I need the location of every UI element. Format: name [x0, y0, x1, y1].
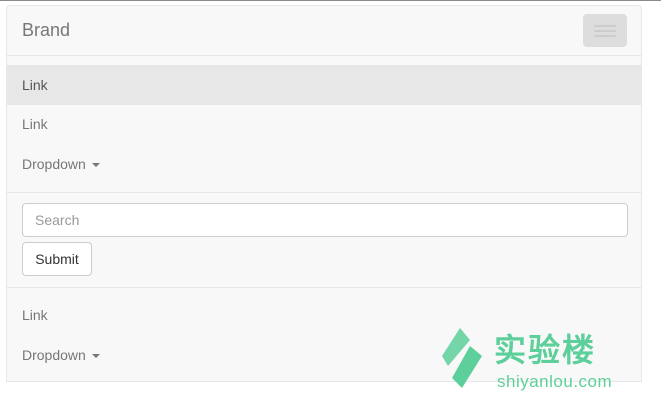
nav-dropdown-label: Dropdown [22, 156, 86, 172]
window-top-border [0, 0, 661, 1]
nav-link-label: Link [22, 77, 48, 93]
divider [7, 287, 641, 288]
navbar-header: Brand [7, 6, 641, 56]
nav-link-1[interactable]: Link [7, 65, 641, 105]
nav-link-label: Link [22, 116, 48, 132]
divider [7, 192, 641, 193]
navbar-brand[interactable]: Brand [22, 20, 70, 40]
nav-dropdown-1[interactable]: Dropdown [7, 144, 641, 184]
caret-down-icon [91, 163, 100, 168]
watermark-url: shiyanlou.com [497, 372, 613, 391]
submit-button[interactable]: Submit [22, 242, 92, 276]
nav-dropdown-label: Dropdown [22, 347, 86, 363]
watermark: 实验楼 shiyanlou.com [440, 326, 620, 396]
nav-link-label: Link [22, 307, 48, 323]
nav-link-2[interactable]: Link [7, 104, 641, 144]
search-input[interactable] [22, 203, 628, 237]
navbar-toggle-button[interactable] [583, 14, 627, 47]
watermark-name: 实验楼 [494, 331, 597, 369]
shiyanlou-logo-icon [442, 328, 482, 388]
caret-down-icon [91, 354, 100, 359]
